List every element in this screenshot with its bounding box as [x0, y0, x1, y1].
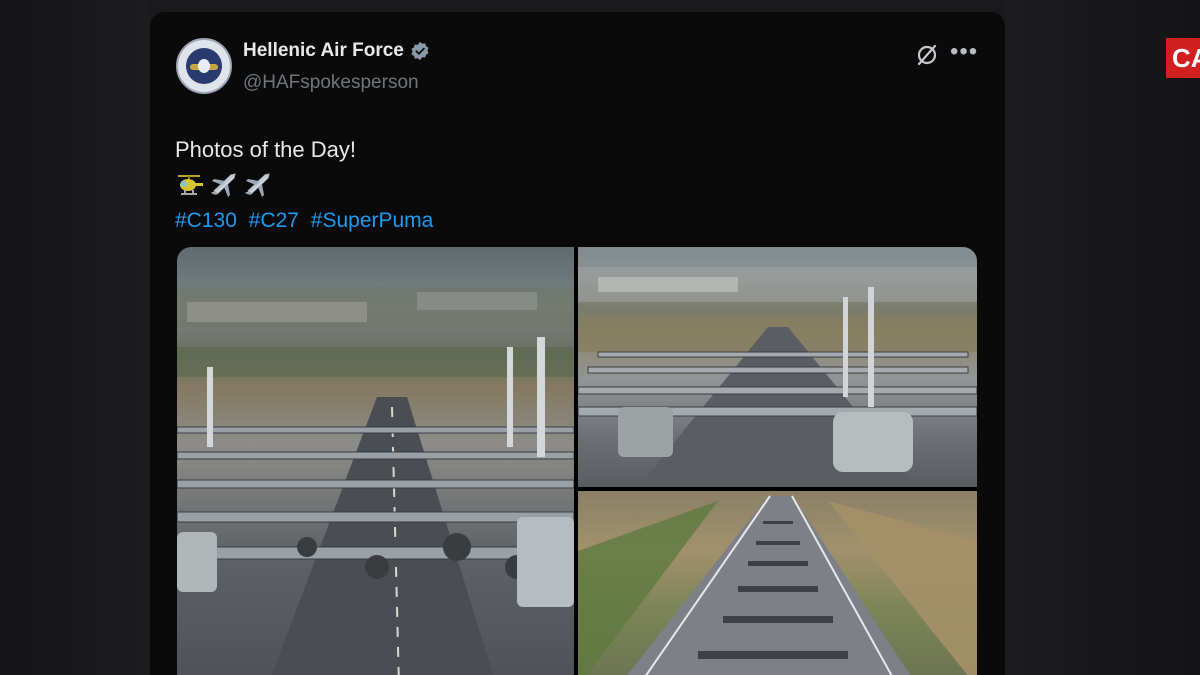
- runway-aerial-photo-right-bottom[interactable]: [578, 491, 977, 675]
- helicopter-emoji-icon: [178, 175, 203, 195]
- channel-logo-tag: CA: [1166, 38, 1200, 78]
- hashtag-row: #C130 #C27 #SuperPuma: [175, 209, 439, 233]
- author-name-row: Hellenic Air Force: [243, 40, 430, 62]
- emoji-row: [175, 170, 273, 200]
- media-grid[interactable]: [177, 247, 977, 675]
- grok-icon[interactable]: [914, 42, 940, 68]
- aircraft-lineup-photo-right-top[interactable]: [578, 247, 977, 487]
- author-handle[interactable]: @HAFspokesperson: [243, 72, 419, 94]
- aircraft-elephant-walk-photo-left[interactable]: [177, 247, 574, 675]
- author-display-name[interactable]: Hellenic Air Force: [243, 40, 404, 62]
- background-right: [1005, 0, 1200, 675]
- airplane-emoji-icon: [211, 173, 236, 197]
- post-card: Hellenic Air Force @HAFspokesperson ••• …: [150, 12, 1005, 675]
- hashtag-superpuma[interactable]: #SuperPuma: [311, 209, 434, 232]
- verified-badge-icon: [411, 41, 429, 61]
- background-left: [0, 0, 150, 675]
- hashtag-c130[interactable]: #C130: [175, 209, 237, 232]
- airplane-emoji-icon: [245, 173, 270, 197]
- avatar[interactable]: [176, 38, 232, 94]
- hashtag-c27[interactable]: #C27: [249, 209, 299, 232]
- more-options-icon[interactable]: •••: [950, 40, 978, 64]
- post-text: Photos of the Day!: [175, 137, 356, 162]
- air-force-emblem-icon: [186, 48, 222, 84]
